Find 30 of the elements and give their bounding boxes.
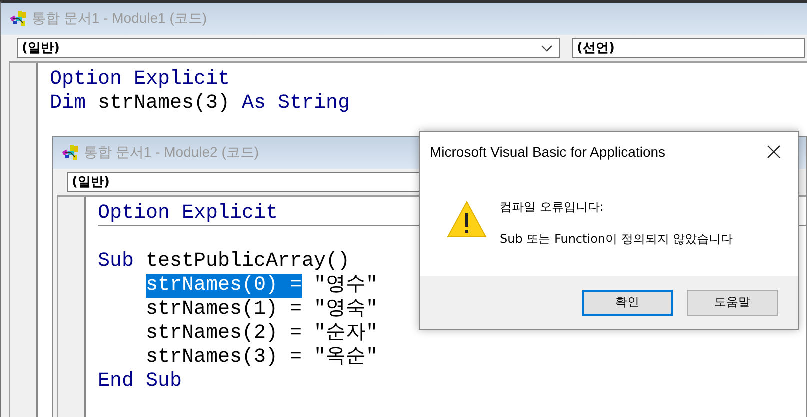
code-text: strNames(3) = "옥순": [146, 346, 378, 370]
code-text: strNames(1) = "영숙": [146, 298, 378, 322]
warning-icon: [447, 200, 487, 238]
code-text: strNames(2) = "순자": [146, 322, 378, 346]
procedure-dropdown[interactable]: (선언): [572, 38, 805, 58]
code-keyword: Dim: [50, 92, 86, 116]
code-text: strNames(3): [97, 92, 232, 116]
object-dropdown[interactable]: (일반): [17, 38, 560, 58]
dropdown-value: (일반): [22, 40, 60, 57]
dropdown-value: (일반): [72, 174, 110, 191]
code-keyword: Sub: [98, 250, 134, 274]
window-title: 통합 문서1 - Module1 (코드): [32, 10, 208, 28]
code-text: testPublicArray(): [145, 250, 350, 274]
code-keyword: As String: [242, 92, 350, 116]
error-heading: 컴파일 오류입니다:: [500, 199, 605, 216]
dialog-button[interactable]: 도움말: [687, 290, 778, 316]
chevron-down-icon: [541, 44, 553, 52]
dialog-title: Microsoft Visual Basic for Applications: [430, 144, 666, 160]
toolbox-icon: [9, 9, 29, 29]
close-icon: [767, 145, 781, 159]
code-keyword: Option Explicit: [50, 68, 230, 92]
code-keyword: Option Explicit: [98, 202, 278, 225]
code-text: "영수": [313, 274, 378, 298]
selected-code: strNames(0) =: [146, 274, 302, 298]
toolbox-icon: [61, 143, 81, 163]
dialog-button[interactable]: 확인: [582, 290, 673, 316]
error-message: Sub 또는 Function이 정의되지 않았습니다: [500, 231, 734, 248]
window-title: 통합 문서1 - Module2 (코드): [84, 144, 260, 162]
dropdown-value: (선언): [577, 40, 615, 57]
code-keyword: End Sub: [98, 370, 182, 394]
